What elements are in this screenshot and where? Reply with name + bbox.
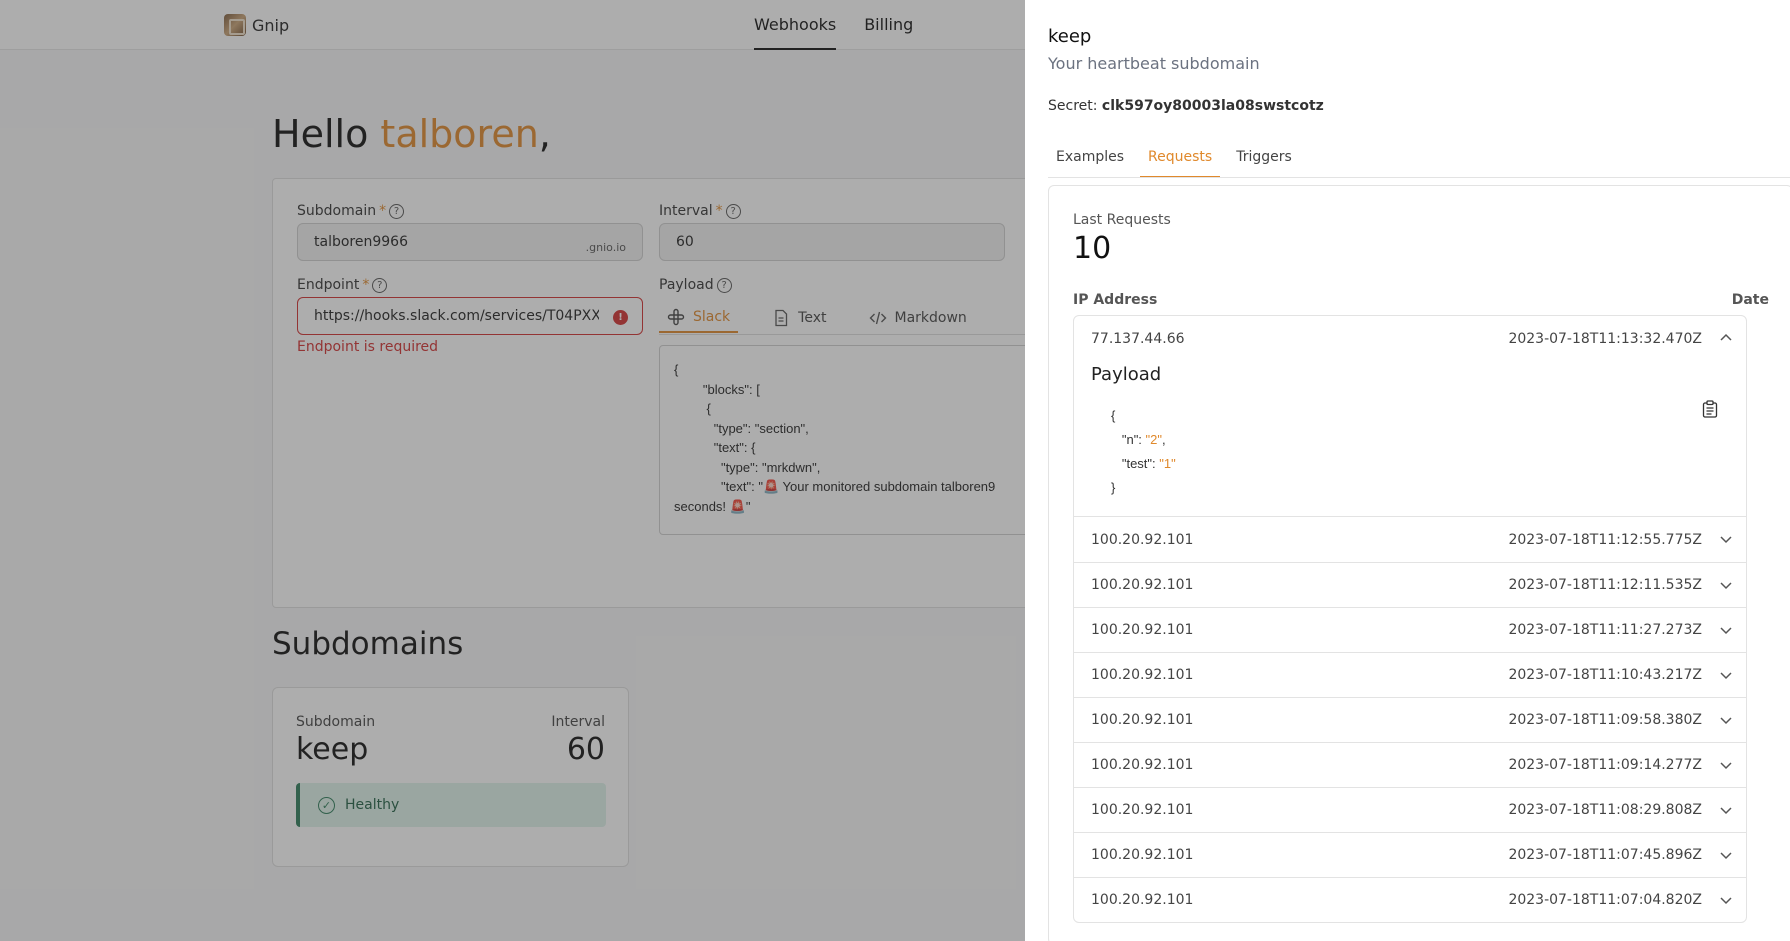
modal-backdrop[interactable] (0, 0, 1025, 941)
request-date: 2023-07-18T11:09:58.380Z (1508, 712, 1702, 728)
request-row[interactable]: 100.20.92.101 2023-07-18T11:12:11.535Z (1074, 562, 1746, 607)
subdomain-drawer: keep Your heartbeat subdomain Secret: cl… (1025, 0, 1790, 941)
request-date: 2023-07-18T11:08:29.808Z (1508, 802, 1702, 818)
last-requests-count: 10 (1073, 231, 1112, 266)
tab-requests[interactable]: Requests (1140, 144, 1221, 178)
request-ip: 100.20.92.101 (1091, 577, 1194, 593)
secret-label: Secret: (1048, 98, 1098, 114)
drawer-tabs-divider (1048, 177, 1790, 178)
request-row-header[interactable]: 77.137.44.66 2023-07-18T11:13:32.470Z (1074, 316, 1746, 361)
secret-value[interactable]: clk597oy80003la08swstcotz (1102, 98, 1324, 114)
request-date: 2023-07-18T11:13:32.470Z (1508, 330, 1702, 347)
request-ip: 77.137.44.66 (1091, 330, 1185, 347)
request-ip: 100.20.92.101 (1091, 667, 1194, 683)
secret-line: Secret: clk597oy80003la08swstcotz (1048, 98, 1324, 114)
drawer-title: keep (1048, 26, 1092, 47)
request-row[interactable]: 100.20.92.101 2023-07-18T11:11:27.273Z (1074, 607, 1746, 652)
request-row[interactable]: 100.20.92.101 2023-07-18T11:09:14.277Z (1074, 742, 1746, 787)
request-row[interactable]: 100.20.92.101 2023-07-18T11:12:55.775Z (1074, 517, 1746, 562)
request-row[interactable]: 100.20.92.101 2023-07-18T11:10:43.217Z (1074, 652, 1746, 697)
tab-triggers[interactable]: Triggers (1228, 144, 1300, 178)
json-value-n: "2" (1145, 432, 1162, 447)
request-row[interactable]: 100.20.92.101 2023-07-18T11:07:04.820Z (1074, 877, 1746, 922)
chevron-down-icon[interactable] (1718, 892, 1734, 908)
chevron-down-icon[interactable] (1718, 757, 1734, 773)
request-ip: 100.20.92.101 (1091, 757, 1194, 773)
request-rows: 100.20.92.101 2023-07-18T11:12:55.775Z 100… (1074, 517, 1746, 922)
payload-json: { "n": "2", "test": "1" } (1111, 408, 1176, 495)
column-date: Date (1731, 292, 1769, 308)
request-ip: 100.20.92.101 (1091, 712, 1194, 728)
payload-heading: Payload (1091, 364, 1162, 385)
chevron-down-icon[interactable] (1718, 667, 1734, 683)
chevron-down-icon[interactable] (1718, 577, 1734, 593)
drawer-tabs: Examples Requests Triggers (1048, 144, 1300, 178)
json-close-brace: } (1111, 480, 1116, 495)
chevron-down-icon[interactable] (1718, 531, 1734, 547)
request-date: 2023-07-18T11:09:14.277Z (1508, 757, 1702, 773)
chevron-up-icon[interactable] (1718, 330, 1734, 346)
chevron-down-icon[interactable] (1718, 712, 1734, 728)
json-open-brace: { (1111, 408, 1116, 423)
request-row[interactable]: 100.20.92.101 2023-07-18T11:08:29.808Z (1074, 787, 1746, 832)
request-date: 2023-07-18T11:10:43.217Z (1508, 667, 1702, 683)
request-ip: 100.20.92.101 (1091, 622, 1194, 638)
json-value-test: "1" (1159, 456, 1176, 471)
drawer-subtitle: Your heartbeat subdomain (1048, 54, 1260, 73)
request-ip: 100.20.92.101 (1091, 847, 1194, 863)
request-date: 2023-07-18T11:12:55.775Z (1508, 531, 1702, 548)
request-row[interactable]: 100.20.92.101 2023-07-18T11:07:45.896Z (1074, 832, 1746, 877)
request-ip: 100.20.92.101 (1091, 892, 1194, 908)
request-ip: 100.20.92.101 (1091, 531, 1194, 548)
request-date: 2023-07-18T11:11:27.273Z (1508, 622, 1702, 638)
chevron-down-icon[interactable] (1718, 802, 1734, 818)
request-date: 2023-07-18T11:12:11.535Z (1508, 577, 1702, 593)
requests-list: 77.137.44.66 2023-07-18T11:13:32.470Z Pa… (1073, 315, 1747, 923)
json-key-n: "n": (1121, 432, 1146, 447)
request-date: 2023-07-18T11:07:45.896Z (1508, 847, 1702, 863)
json-key-test: "test": (1121, 456, 1160, 471)
request-row[interactable]: 100.20.92.101 2023-07-18T11:09:58.380Z (1074, 697, 1746, 742)
request-date: 2023-07-18T11:07:04.820Z (1508, 892, 1702, 908)
last-requests-label: Last Requests (1073, 212, 1171, 228)
requests-panel: Last Requests 10 IP Address Date 77.137.… (1048, 185, 1790, 941)
column-ip-address: IP Address (1073, 292, 1158, 308)
chevron-down-icon[interactable] (1718, 622, 1734, 638)
request-row-expanded: 77.137.44.66 2023-07-18T11:13:32.470Z Pa… (1074, 316, 1746, 517)
request-ip: 100.20.92.101 (1091, 802, 1194, 818)
chevron-down-icon[interactable] (1718, 847, 1734, 863)
clipboard-icon[interactable] (1702, 400, 1718, 418)
tab-examples[interactable]: Examples (1048, 144, 1132, 178)
